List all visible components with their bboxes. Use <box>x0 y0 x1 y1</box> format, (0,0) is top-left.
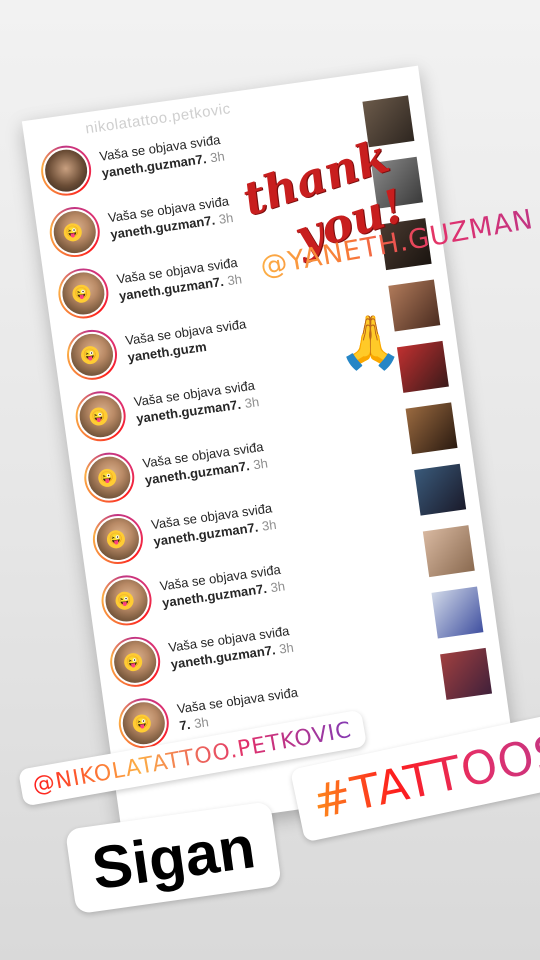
notification-time: 3h <box>252 455 269 473</box>
emoji-icon: 😜 <box>71 283 92 304</box>
avatar[interactable] <box>37 142 95 199</box>
notification-time: 3h <box>278 639 295 657</box>
notification-text: Vaša se objava sviđa <box>176 684 299 717</box>
avatar[interactable]: 😜 <box>89 510 147 568</box>
emoji-icon: 😜 <box>123 651 144 673</box>
emoji-icon: 😜 <box>131 713 152 734</box>
avatar[interactable]: 😜 <box>46 203 104 261</box>
pray-emoji-icon: 🙏 <box>338 314 403 372</box>
avatar[interactable]: 😜 <box>55 265 112 322</box>
avatar[interactable]: 😜 <box>63 326 121 384</box>
notification-time: 3h <box>260 516 278 534</box>
emoji-icon: 😜 <box>88 406 109 427</box>
emoji-icon: 😜 <box>62 222 83 243</box>
notification-time: 3h <box>217 209 235 227</box>
name-sticker: Sigan <box>65 801 283 915</box>
notification-time: 3h <box>209 148 226 166</box>
post-thumbnail[interactable] <box>440 647 493 700</box>
avatar[interactable]: 😜 <box>115 694 173 752</box>
name-text: Sigan <box>88 813 260 903</box>
avatar[interactable]: 😜 <box>98 572 155 629</box>
emoji-icon: 😜 <box>105 529 127 550</box>
post-thumbnail[interactable] <box>405 402 458 455</box>
post-thumbnail[interactable] <box>422 525 475 578</box>
notification-time: 3h <box>226 271 243 289</box>
post-thumbnail[interactable] <box>396 340 449 393</box>
notification-time: 3h <box>243 394 261 411</box>
avatar[interactable]: 😜 <box>72 388 129 445</box>
notification-username[interactable]: 7. 3h <box>178 714 209 733</box>
notification-time <box>209 338 211 353</box>
emoji-icon: 😜 <box>79 344 101 366</box>
emoji-icon: 😜 <box>97 467 118 489</box>
notification-time: 3h <box>269 578 287 596</box>
notification-time: 3h <box>193 714 210 732</box>
avatar[interactable]: 😜 <box>106 633 164 691</box>
post-thumbnail[interactable] <box>414 463 467 516</box>
avatar[interactable]: 😜 <box>81 449 138 506</box>
emoji-icon: 😜 <box>114 590 135 611</box>
post-thumbnail[interactable] <box>431 586 484 639</box>
